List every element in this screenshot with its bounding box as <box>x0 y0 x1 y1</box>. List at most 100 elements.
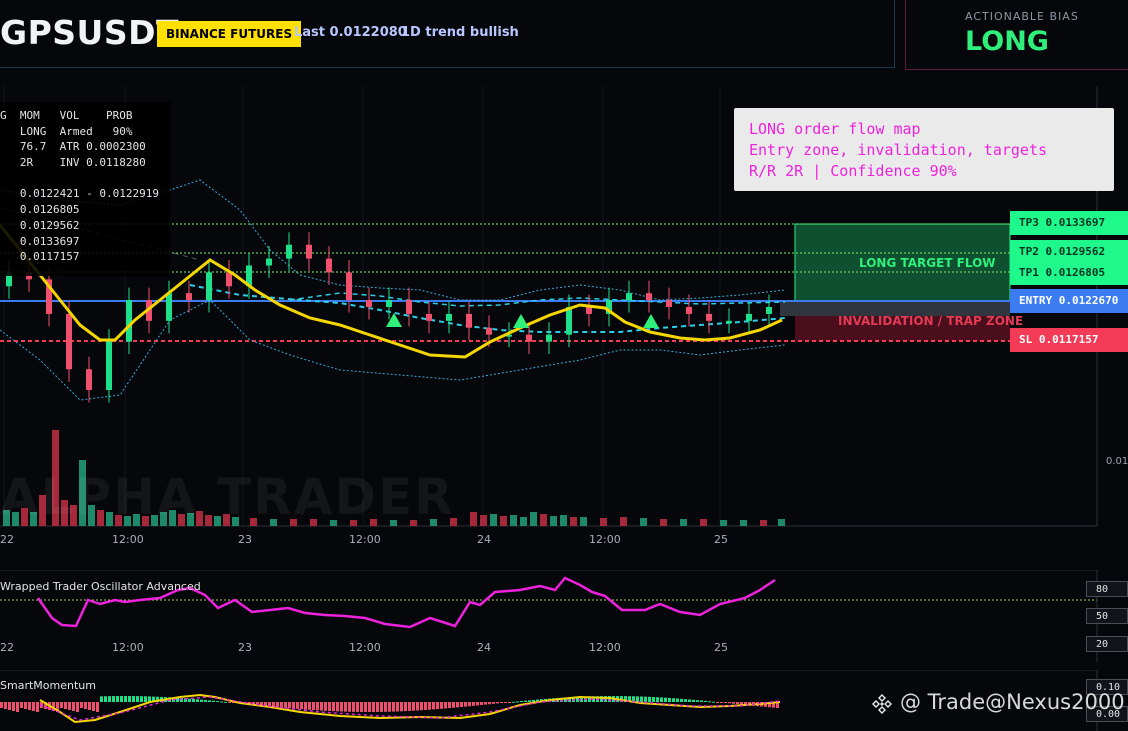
stats-row: 0.0133697 <box>0 234 80 248</box>
candle <box>346 272 352 301</box>
momentum-bar <box>284 702 287 708</box>
momentum-bar <box>488 702 491 705</box>
momentum-bar <box>348 702 351 712</box>
momentum-bar <box>16 702 19 712</box>
watermark: ALPHA TRADER <box>0 468 455 526</box>
stats-row: 0.0122421 - 0.0122919 <box>0 187 159 201</box>
tp3-tag: TP3 0.0133697 <box>1010 211 1128 235</box>
momentum-bar <box>88 702 91 710</box>
momentum-bar <box>428 702 431 710</box>
momentum-bar <box>100 696 103 702</box>
momentum-bar <box>216 701 219 703</box>
lower-band <box>0 299 786 401</box>
momentum-bar <box>340 702 343 712</box>
osc-level-80: 80 <box>1086 581 1128 597</box>
momentum-bar <box>408 702 411 711</box>
momentum-bar <box>124 696 127 702</box>
osc-level-50: 50 <box>1086 608 1128 624</box>
momentum-bar <box>84 702 87 709</box>
candle <box>466 313 472 328</box>
candle <box>266 258 272 266</box>
momentum-bar <box>120 696 123 702</box>
momentum-bar <box>140 696 143 702</box>
momentum-bar <box>132 696 135 702</box>
x-axis-label: 25 <box>714 533 728 546</box>
momentum-bar <box>76 702 79 712</box>
x-axis-label: 24 <box>477 533 491 546</box>
momentum-bar <box>228 702 231 703</box>
osc-level-20: 20 <box>1086 636 1128 652</box>
candle <box>666 300 672 307</box>
momentum-bar <box>80 702 83 708</box>
buy-signal-icon <box>643 314 659 328</box>
momentum-bar <box>740 702 743 705</box>
momentum-bar <box>136 696 139 702</box>
momentum-bar <box>192 698 195 702</box>
candle <box>686 307 692 314</box>
momentum-bar <box>736 702 739 705</box>
momentum-bar <box>700 700 703 702</box>
candle <box>326 258 332 273</box>
momentum-bar <box>128 696 131 702</box>
momentum-bar <box>320 702 323 711</box>
tp1-tag: TP1 0.0126805 <box>1010 261 1128 285</box>
momentum-bar <box>64 702 67 709</box>
momentum-bar <box>220 701 223 703</box>
x-axis-label: 22 <box>0 533 14 546</box>
momentum-bar <box>688 699 691 702</box>
momentum-bar <box>416 702 419 711</box>
momentum-bar <box>336 702 339 712</box>
momentum-bar <box>472 702 475 706</box>
momentum-bar <box>444 702 447 709</box>
momentum-bar <box>412 702 415 711</box>
candle <box>566 307 572 335</box>
candle <box>386 300 392 307</box>
order-flow-note: LONG order flow map Entry zone, invalida… <box>734 108 1114 191</box>
candle <box>706 313 712 321</box>
mid-band-2 <box>289 292 786 307</box>
momentum-bar <box>692 699 695 702</box>
x-axis-label: 12:00 <box>112 641 144 654</box>
candle <box>366 300 372 307</box>
oscillator-title: Wrapped Trader Oscillator Advanced <box>0 580 201 593</box>
momentum-bar <box>452 702 455 708</box>
candle <box>726 320 732 323</box>
momentum-bar <box>672 698 675 702</box>
buy-signal-icon <box>386 313 402 327</box>
momentum-bar <box>368 702 371 712</box>
momentum-bar <box>640 696 643 702</box>
momentum-bar <box>436 702 439 710</box>
momentum-bar <box>484 702 487 705</box>
momentum-bar <box>288 702 291 709</box>
momentum-bar <box>376 702 379 712</box>
momentum-bar <box>104 696 107 702</box>
mid-band <box>189 284 786 333</box>
momentum-bar <box>112 696 115 702</box>
candle <box>766 307 772 314</box>
candle <box>126 300 132 342</box>
momentum-bar <box>12 702 15 711</box>
price-axis-tick: 0.01 <box>1106 456 1128 467</box>
momentum-bar <box>520 701 523 703</box>
momentum-bar <box>524 700 527 702</box>
momentum-bar <box>424 702 427 710</box>
momentum-bar <box>108 696 111 702</box>
momentum-bar <box>208 700 211 702</box>
momentum-bar <box>644 696 647 702</box>
momentum-bar <box>480 702 483 706</box>
x-axis-label: 12:00 <box>589 533 621 546</box>
momentum-bar <box>656 697 659 702</box>
candle <box>86 369 92 390</box>
momentum-bar <box>496 702 499 704</box>
momentum-bar <box>204 699 207 702</box>
momentum-bar <box>528 700 531 702</box>
entry-tag: ENTRY 0.0122670 <box>1010 289 1128 313</box>
momentum-bar <box>304 702 307 710</box>
momentum-bar <box>200 699 203 702</box>
candle <box>66 313 72 370</box>
candle <box>546 334 552 342</box>
candle <box>206 272 212 301</box>
momentum-bar <box>716 702 719 703</box>
last-price: Last 0.0122080 <box>294 25 407 40</box>
momentum-bar <box>20 702 23 708</box>
